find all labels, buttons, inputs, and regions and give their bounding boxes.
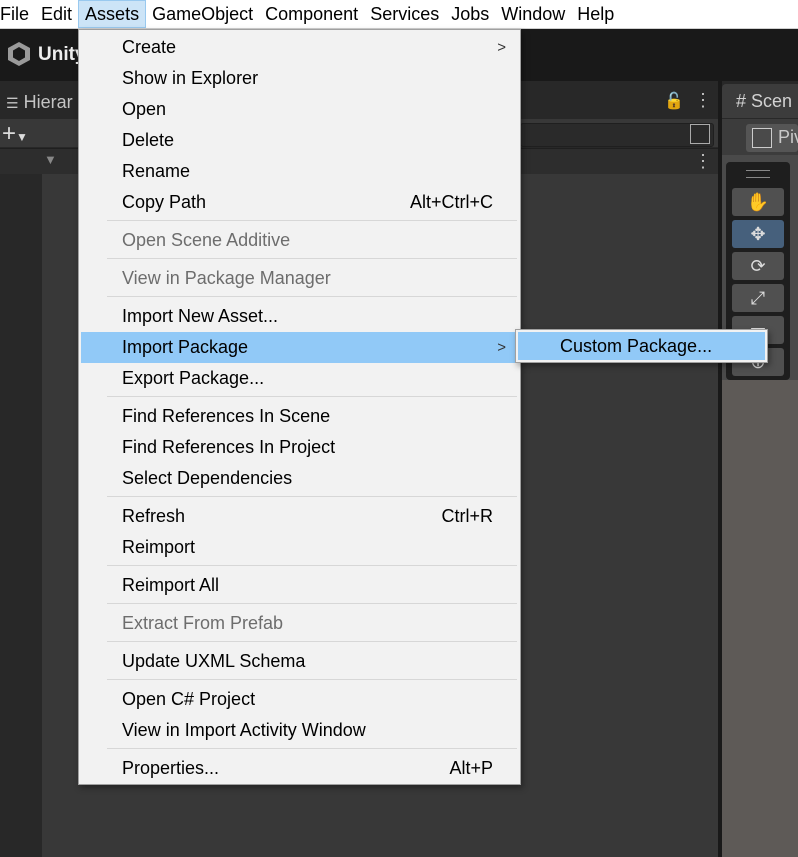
expand-arrow-icon[interactable]: ▼: [44, 152, 57, 167]
import-package-submenu: Custom Package...: [515, 329, 768, 363]
unity-logo-icon: [8, 42, 30, 66]
menu-item-find-references-in-project[interactable]: Find References In Project: [81, 432, 518, 463]
menu-item-view-in-package-manager: View in Package Manager: [81, 263, 518, 294]
tab-scene-label: # Scen: [736, 91, 792, 112]
menu-item-label: Create: [122, 37, 177, 57]
menu-component[interactable]: Component: [259, 0, 364, 28]
add-icon[interactable]: +▼: [2, 120, 28, 148]
chevron-right-icon: >: [497, 339, 506, 356]
hierarchy-gutter: [0, 174, 42, 857]
menu-gameobject[interactable]: GameObject: [146, 0, 259, 28]
menu-item-update-uxml-schema[interactable]: Update UXML Schema: [81, 646, 518, 677]
hand-tool-icon[interactable]: ✋: [732, 188, 784, 216]
menu-item-shortcut: Alt+Ctrl+C: [409, 192, 493, 212]
menu-item-label: Export Package...: [122, 368, 265, 388]
menu-edit[interactable]: Edit: [35, 0, 78, 28]
menu-item-label: Find References In Project: [122, 437, 336, 457]
tab-hierarchy-label: Hierar: [23, 92, 73, 112]
menu-window[interactable]: Window: [495, 0, 571, 28]
move-tool-icon[interactable]: ✥: [732, 220, 784, 248]
menu-jobs[interactable]: Jobs: [445, 0, 495, 28]
menu-assets[interactable]: Assets: [78, 0, 147, 28]
menu-item-refresh[interactable]: Refresh Ctrl+R: [81, 501, 518, 532]
menu-item-open-scene-additive: Open Scene Additive: [81, 225, 518, 256]
menu-item-custom-package[interactable]: Custom Package...: [518, 332, 765, 360]
menu-separator: [107, 748, 517, 749]
menu-item-extract-from-prefab: Extract From Prefab: [81, 608, 518, 639]
menu-item-label: View in Package Manager: [122, 268, 331, 288]
menu-item-label: Properties...: [122, 758, 220, 778]
menu-item-label: Update UXML Schema: [122, 651, 306, 671]
scene-tab-text: Scen: [751, 91, 793, 111]
pivot-label: Piv: [778, 127, 798, 147]
hierarchy-search-input[interactable]: [520, 123, 714, 147]
grid-icon: #: [736, 91, 747, 111]
scene-options-icon[interactable]: ⋮: [694, 151, 712, 172]
menu-item-reimport[interactable]: Reimport: [81, 532, 518, 563]
menu-item-view-in-import-activity-window[interactable]: View in Import Activity Window: [81, 715, 518, 746]
menu-item-label: Import Package: [122, 337, 249, 357]
menu-item-label: Open Scene Additive: [122, 230, 291, 250]
menu-item-select-dependencies[interactable]: Select Dependencies: [81, 463, 518, 494]
menu-item-open[interactable]: Open: [81, 94, 518, 125]
menu-separator: [107, 296, 517, 297]
menu-help[interactable]: Help: [571, 0, 620, 28]
menu-item-open-csharp-project[interactable]: Open C# Project: [81, 684, 518, 715]
lock-icon[interactable]: 🔓: [664, 91, 684, 111]
menu-separator: [107, 396, 517, 397]
menu-item-label: Open: [122, 99, 167, 119]
menu-item-label: Delete: [122, 130, 175, 150]
menu-item-label: Refresh: [122, 506, 186, 526]
menu-separator: [107, 641, 517, 642]
tab-hierarchy[interactable]: ☰ Hierar: [6, 92, 73, 113]
menu-item-label: Reimport All: [122, 575, 220, 595]
rotate-tool-icon[interactable]: ⟳: [732, 252, 784, 280]
menu-item-properties[interactable]: Properties... Alt+P: [81, 753, 518, 784]
menu-item-label: Copy Path: [122, 192, 207, 212]
menu-services[interactable]: Services: [364, 0, 445, 28]
menu-item-reimport-all[interactable]: Reimport All: [81, 570, 518, 601]
menu-item-label: Import New Asset...: [122, 306, 279, 326]
list-icon: ☰: [6, 95, 19, 111]
menu-item-label: Find References In Scene: [122, 406, 331, 426]
menu-item-label: Select Dependencies: [122, 468, 293, 488]
menu-separator: [107, 496, 517, 497]
menu-item-find-references-in-scene[interactable]: Find References In Scene: [81, 401, 518, 432]
search-expand-icon[interactable]: [690, 124, 710, 144]
panel-options-icon[interactable]: ⋮: [694, 90, 712, 111]
menu-item-label: Rename: [122, 161, 191, 181]
menu-separator: [107, 220, 517, 221]
menu-separator: [107, 679, 517, 680]
pivot-icon: [752, 128, 772, 148]
menu-item-label: Reimport: [122, 537, 196, 557]
menu-item-rename[interactable]: Rename: [81, 156, 518, 187]
menu-item-label: Show in Explorer: [122, 68, 259, 88]
menu-item-export-package[interactable]: Export Package...: [81, 363, 518, 394]
menu-item-import-package[interactable]: Import Package >: [81, 332, 518, 363]
menu-separator: [107, 603, 517, 604]
menu-item-create[interactable]: Create >: [81, 32, 518, 63]
menu-item-label: Open C# Project: [122, 689, 256, 709]
menu-item-label: Extract From Prefab: [122, 613, 284, 633]
scale-tool-icon[interactable]: ⤢: [732, 284, 784, 312]
menu-separator: [107, 565, 517, 566]
menu-file[interactable]: File: [0, 0, 35, 28]
menu-item-copy-path[interactable]: Copy Path Alt+Ctrl+C: [81, 187, 518, 218]
menu-item-delete[interactable]: Delete: [81, 125, 518, 156]
assets-dropdown-menu: Create > Show in Explorer Open Delete Re…: [78, 29, 521, 785]
menu-item-label: View in Import Activity Window: [122, 720, 366, 740]
palette-drag-handle-icon[interactable]: [746, 170, 770, 178]
menu-item-shortcut: Alt+P: [449, 758, 493, 778]
menu-item-shortcut: Ctrl+R: [441, 506, 493, 526]
menu-item-label: Custom Package...: [560, 336, 713, 356]
menu-separator: [107, 258, 517, 259]
menu-item-show-in-explorer[interactable]: Show in Explorer: [81, 63, 518, 94]
chevron-right-icon: >: [497, 39, 506, 56]
main-menu-bar: File Edit Assets GameObject Component Se…: [0, 0, 798, 29]
menu-item-import-new-asset[interactable]: Import New Asset...: [81, 301, 518, 332]
